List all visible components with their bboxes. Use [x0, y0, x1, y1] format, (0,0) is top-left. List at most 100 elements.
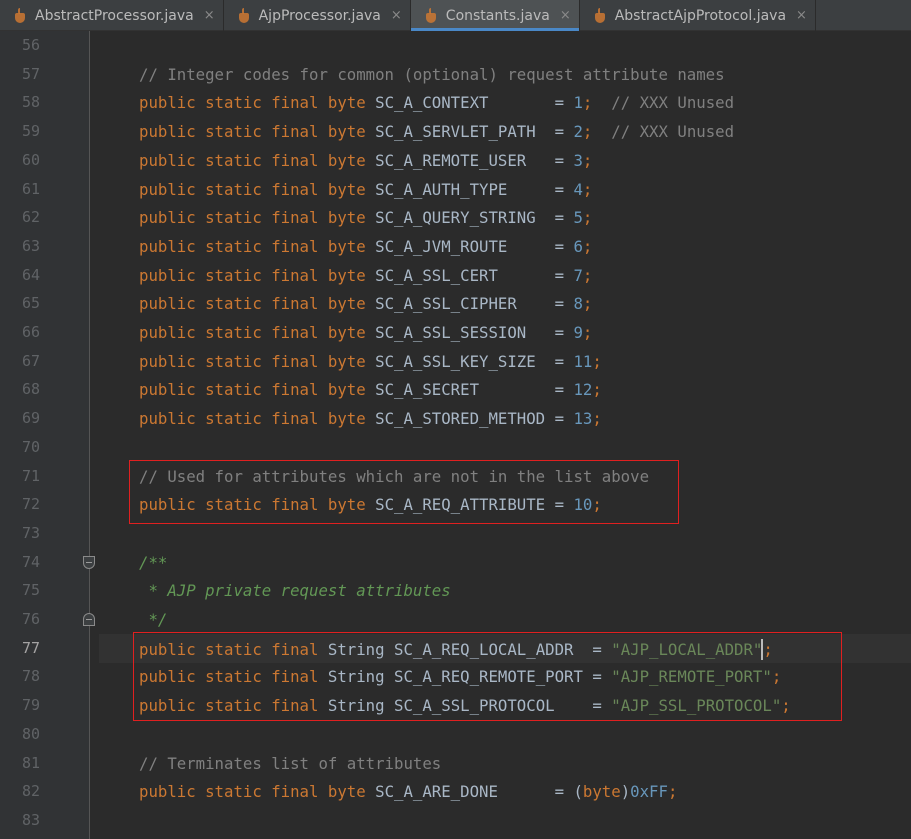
token-id: SC_A_SECRET = [375, 380, 574, 400]
tab-ajpprocessor[interactable]: AjpProcessor.java × [224, 0, 411, 31]
line-number: 57 [21, 64, 40, 83]
token-kw: ; [582, 208, 593, 228]
close-icon[interactable]: × [560, 8, 571, 23]
token-num: 9 [573, 323, 583, 342]
tab-abstractprocessor[interactable]: AbstractProcessor.java × [0, 0, 224, 31]
line-number: 65 [21, 294, 40, 313]
line-number: 78 [21, 667, 40, 686]
token-kw: public static final [139, 696, 328, 716]
token-id: SC_A_QUERY_STRING = [375, 208, 574, 228]
token-num: 5 [573, 208, 583, 228]
code-line: 75 * AJP private request attributes [0, 576, 911, 605]
token-id: SC_A_ARE_DONE = ( [375, 782, 583, 802]
line-number: 75 [21, 581, 40, 600]
line-number: 58 [21, 93, 40, 112]
token-kw: public static final byte [139, 294, 376, 314]
line-number: 81 [21, 753, 40, 772]
code-line: 71 // Used for attributes which are not i… [0, 462, 911, 491]
code-text[interactable]: public static final byte SC_A_QUERY_STRI… [139, 203, 592, 232]
close-icon[interactable]: × [796, 8, 807, 23]
code-text[interactable]: public static final byte SC_A_SERVLET_PA… [139, 117, 734, 146]
token-num: 3 [573, 150, 583, 170]
code-text[interactable]: public static final byte SC_A_REMOTE_USE… [139, 146, 592, 175]
token-id: SC_A_REQ_ATTRIBUTE = [375, 495, 574, 515]
code-text[interactable]: public static final String SC_A_REQ_LOCA… [139, 634, 773, 664]
code-text[interactable]: public static final byte SC_A_SECRET = 1… [139, 375, 602, 404]
token-kw: public static final byte [139, 380, 376, 400]
token-id: SC_A_REMOTE_USER = [375, 150, 574, 170]
code-line: 79 public static final String SC_A_SSL_PR… [0, 691, 911, 720]
code-text[interactable]: public static final byte SC_A_SSL_CIPHER… [139, 289, 592, 318]
code-text[interactable]: public static final byte SC_A_CONTEXT = … [139, 88, 734, 117]
token-num: 1 [573, 93, 583, 113]
code-text[interactable]: public static final byte SC_A_REQ_ATTRIB… [139, 490, 602, 519]
code-text[interactable]: // Used for attributes which are not in … [139, 462, 649, 491]
code-line: 73 [0, 519, 911, 548]
token-ty: String [327, 667, 395, 687]
code-text[interactable]: public static final byte SC_A_SSL_SESSIO… [139, 318, 592, 347]
token-kw: byte [582, 782, 621, 802]
code-text[interactable]: public static final byte SC_A_SSL_KEY_SI… [139, 347, 602, 376]
code-line: 77 public static final String SC_A_REQ_LO… [0, 633, 911, 664]
token-kw: public static final byte [139, 409, 376, 429]
token-doc: /** [139, 552, 168, 572]
line-number: 77 [21, 638, 40, 657]
text-caret [761, 638, 764, 660]
token-kw: public static final [139, 667, 328, 687]
line-number: 63 [21, 236, 40, 255]
token-kw: ; [582, 323, 593, 342]
java-file-icon [594, 7, 608, 24]
line-number: 56 [21, 36, 40, 54]
code-line: 59 public static final byte SC_A_SERVLET_… [0, 117, 911, 146]
token-doc: */ [139, 610, 168, 629]
token-id: SC_A_SERVLET_PATH = [375, 122, 574, 142]
code-line: 61 public static final byte SC_A_AUTH_TYP… [0, 175, 911, 204]
java-file-icon [14, 7, 28, 24]
token-cm: // Terminates list of attributes [139, 753, 442, 773]
line-number: 69 [21, 409, 40, 428]
code-line: 63 public static final byte SC_A_JVM_ROUT… [0, 232, 911, 261]
token-num: 0xFF [630, 782, 668, 802]
tab-abstractajpprotocol[interactable]: AbstractAjpProtocol.java × [580, 0, 816, 31]
token-cm: // XXX Unused [592, 122, 735, 142]
line-number: 66 [21, 323, 40, 341]
token-ty: String [327, 639, 395, 659]
token-num: 6 [573, 236, 583, 256]
line-number: 71 [21, 466, 40, 485]
code-line: 58 public static final byte SC_A_CONTEXT … [0, 88, 911, 117]
token-doc: * AJP private request attributes [139, 581, 451, 601]
code-text[interactable]: /** [139, 548, 167, 577]
close-icon[interactable]: × [204, 8, 215, 23]
token-id: ) [620, 782, 631, 802]
token-cm: // XXX Unused [592, 93, 735, 113]
tab-constants[interactable]: Constants.java × [410, 0, 580, 31]
code-text[interactable]: public static final byte SC_A_SSL_CERT =… [139, 261, 592, 290]
code-text[interactable]: * AJP private request attributes [139, 576, 451, 605]
token-kw: public static final byte [139, 150, 376, 170]
fold-end-icon[interactable] [83, 613, 95, 626]
token-kw: ; [592, 380, 602, 400]
line-number: 74 [21, 552, 40, 571]
code-text[interactable]: // Terminates list of attributes [139, 749, 441, 778]
code-text[interactable]: public static final String SC_A_SSL_PROT… [139, 691, 791, 720]
token-str: "AJP_REMOTE_PORT" [611, 667, 772, 687]
code-text[interactable]: public static final byte SC_A_AUTH_TYPE … [139, 175, 592, 204]
code-text[interactable]: */ [139, 605, 167, 634]
line-number: 82 [21, 782, 40, 801]
code-text[interactable]: public static final byte SC_A_ARE_DONE =… [139, 777, 677, 806]
fold-collapse-icon[interactable] [83, 555, 95, 569]
token-kw: public static final byte [139, 495, 376, 515]
line-number: 60 [21, 150, 40, 169]
code-text[interactable]: public static final String SC_A_REQ_REMO… [139, 662, 781, 691]
close-icon[interactable]: × [391, 8, 402, 23]
token-ty: String [327, 696, 395, 716]
code-text[interactable]: // Integer codes for common (optional) r… [139, 60, 725, 89]
code-text[interactable]: public static final byte SC_A_STORED_MET… [139, 404, 602, 433]
token-kw: ; [592, 495, 602, 515]
code-line: 74 /** [0, 548, 911, 577]
token-kw: ; [582, 236, 593, 256]
code-line: 62 public static final byte SC_A_QUERY_ST… [0, 203, 911, 232]
java-file-icon [425, 7, 439, 24]
code-text[interactable]: public static final byte SC_A_JVM_ROUTE … [139, 232, 592, 261]
token-id: SC_A_SSL_KEY_SIZE = [375, 351, 574, 371]
